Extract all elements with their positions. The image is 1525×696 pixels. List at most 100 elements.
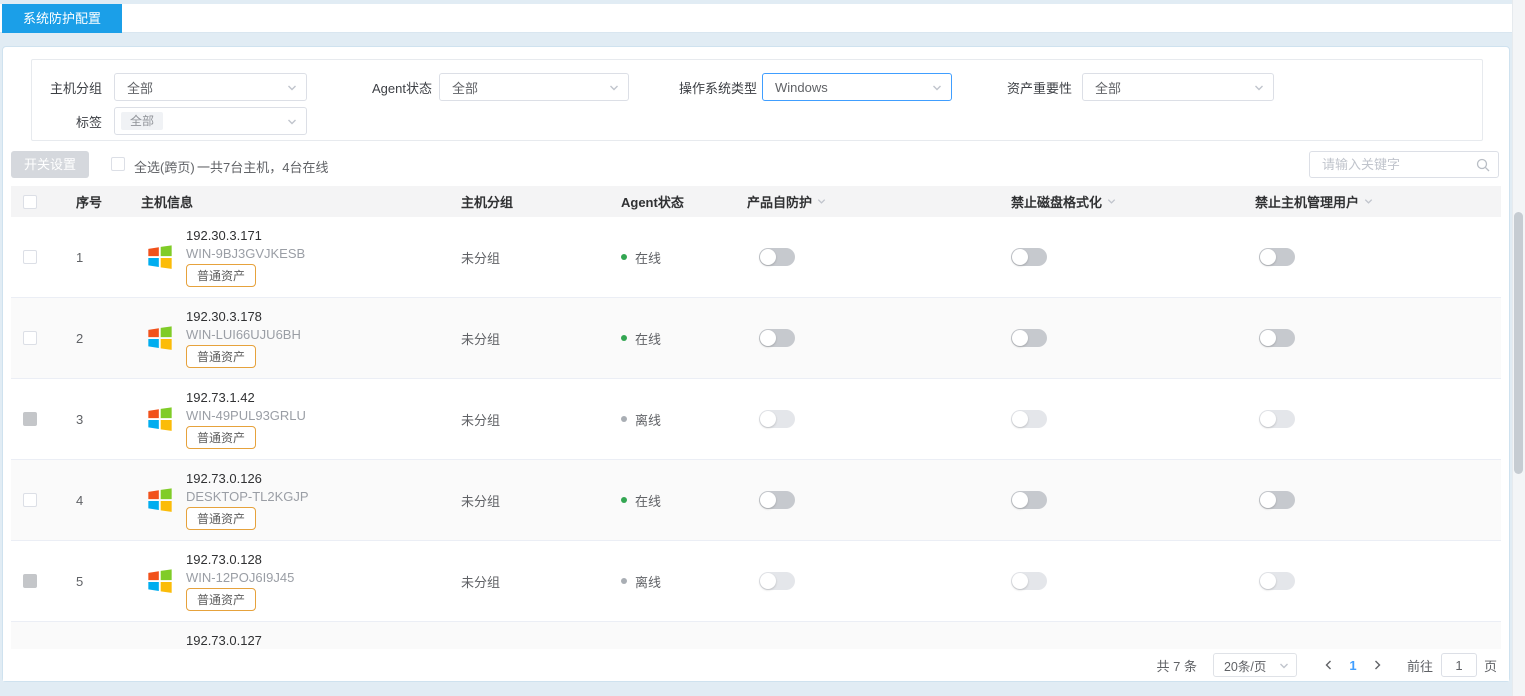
agent-status-select-value: 全部: [452, 78, 478, 97]
tab-system-protection-config[interactable]: 系统防护配置: [2, 4, 122, 33]
search-icon[interactable]: [1475, 157, 1491, 173]
header-host-group: 主机分组: [461, 192, 513, 211]
page-number-1[interactable]: 1: [1339, 658, 1367, 673]
toggle-admin-user[interactable]: [1259, 491, 1295, 509]
chevron-left-icon: [1323, 659, 1335, 671]
os-type-select[interactable]: Windows: [762, 73, 952, 101]
row-checkbox[interactable]: [23, 412, 37, 426]
vertical-scrollbar-thumb[interactable]: [1514, 212, 1523, 474]
search-input[interactable]: [1309, 151, 1499, 178]
header-host-info: 主机信息: [141, 192, 193, 211]
select-all-label: 全选(跨页): [134, 157, 195, 176]
next-page-button[interactable]: [1367, 653, 1387, 677]
agent-status: 离线: [635, 572, 661, 591]
chevron-down-icon: [1278, 660, 1290, 672]
host-count-summary: 一共7台主机，4台在线: [197, 157, 328, 176]
host-ip: 192.73.0.128: [186, 552, 294, 567]
main-panel: 主机分组 全部 Agent状态 全部 操作系统类型 Windows 资产重要性 …: [2, 46, 1510, 682]
page-size-value: 20条/页: [1224, 656, 1266, 675]
row-checkbox[interactable]: [23, 250, 37, 264]
agent-status-filter-label: Agent状态: [362, 78, 432, 97]
table-row: 2192.30.3.178WIN-LUI66UJU6BH普通资产未分组在线: [11, 298, 1501, 379]
asset-type-badge: 普通资产: [186, 264, 256, 287]
row-index: 5: [76, 574, 83, 589]
host-group-select[interactable]: 全部: [114, 73, 307, 101]
windows-icon: [146, 243, 174, 271]
search-box: [1309, 151, 1499, 178]
table-row: 1192.30.3.171WIN-9BJ3GVJKESB普通资产未分组在线: [11, 217, 1501, 298]
host-ip: 192.73.0.127: [186, 633, 314, 648]
row-checkbox[interactable]: [23, 331, 37, 345]
page-unit-label: 页: [1484, 656, 1497, 675]
toolbar: 开关设置 全选(跨页) 一共7台主机，4台在线: [3, 151, 1509, 178]
table-header: 序号 主机信息 主机分组 Agent状态 产品自防护 禁止磁盘格式化 禁止主机管…: [11, 186, 1501, 217]
host-name: DESKTOP-TL2KGJP: [186, 489, 309, 504]
host-group: 未分组: [461, 329, 500, 348]
toggle-admin-user[interactable]: [1259, 410, 1295, 428]
host-group-select-value: 全部: [127, 78, 153, 97]
header-disk-format: 禁止磁盘格式化: [1011, 192, 1102, 211]
toggle-self-protection[interactable]: [759, 491, 795, 509]
row-index: 3: [76, 412, 83, 427]
tag-select[interactable]: 全部: [114, 107, 307, 135]
host-group: 未分组: [461, 248, 500, 267]
toggle-self-protection[interactable]: [759, 248, 795, 266]
page-size-select[interactable]: 20条/页: [1213, 653, 1297, 677]
toggle-self-protection[interactable]: [759, 329, 795, 347]
host-name: WIN-9BJ3GVJKESB: [186, 246, 305, 261]
chevron-right-icon: [1371, 659, 1383, 671]
row-index: 2: [76, 331, 83, 346]
tag-select-chip: 全部: [121, 112, 163, 130]
toggle-disk-format[interactable]: [1011, 491, 1047, 509]
goto-page-input[interactable]: [1441, 653, 1477, 677]
status-dot: [621, 416, 627, 422]
chevron-down-icon[interactable]: [816, 196, 827, 207]
os-type-filter-label: 操作系统类型: [660, 78, 757, 97]
host-group-filter-label: 主机分组: [46, 78, 102, 97]
asset-type-badge: 普通资产: [186, 426, 256, 449]
top-tab-bar: [0, 4, 1525, 33]
status-dot: [621, 578, 627, 584]
agent-status-select[interactable]: 全部: [439, 73, 629, 101]
toggle-admin-user[interactable]: [1259, 329, 1295, 347]
toggle-self-protection[interactable]: [759, 410, 795, 428]
asset-importance-filter-label: 资产重要性: [994, 78, 1072, 97]
prev-page-button[interactable]: [1319, 653, 1339, 677]
chevron-down-icon[interactable]: [1106, 196, 1117, 207]
table-row: 3192.73.1.42WIN-49PUL93GRLU普通资产未分组离线: [11, 379, 1501, 460]
host-group: 未分组: [461, 491, 500, 510]
host-ip: 192.73.0.126: [186, 471, 309, 486]
switch-settings-button[interactable]: 开关设置: [11, 151, 89, 178]
host-group: 未分组: [461, 572, 500, 591]
header-agent-status: Agent状态: [621, 192, 684, 211]
host-ip: 192.73.1.42: [186, 390, 306, 405]
asset-type-badge: 普通资产: [186, 507, 256, 530]
asset-importance-select[interactable]: 全部: [1082, 73, 1274, 101]
filter-panel: 主机分组 全部 Agent状态 全部 操作系统类型 Windows 资产重要性 …: [31, 59, 1483, 141]
header-admin-user: 禁止主机管理用户: [1255, 192, 1359, 211]
windows-icon: [146, 486, 174, 514]
chevron-down-icon: [1253, 82, 1265, 94]
header-index: 序号: [76, 192, 102, 211]
select-all-cross-page-checkbox[interactable]: [111, 157, 125, 171]
toggle-admin-user[interactable]: [1259, 572, 1295, 590]
asset-importance-select-value: 全部: [1095, 78, 1121, 97]
select-all-checkbox[interactable]: [23, 195, 37, 209]
goto-label: 前往: [1407, 656, 1433, 675]
agent-status: 在线: [635, 329, 661, 348]
toggle-disk-format[interactable]: [1011, 248, 1047, 266]
chevron-down-icon[interactable]: [1363, 196, 1374, 207]
row-checkbox[interactable]: [23, 493, 37, 507]
host-ip: 192.30.3.178: [186, 309, 301, 324]
toggle-disk-format[interactable]: [1011, 329, 1047, 347]
row-checkbox[interactable]: [23, 574, 37, 588]
vertical-scrollbar-track: [1512, 0, 1525, 696]
toggle-disk-format[interactable]: [1011, 572, 1047, 590]
chevron-down-icon: [286, 116, 298, 128]
row-index: 4: [76, 493, 83, 508]
toggle-self-protection[interactable]: [759, 572, 795, 590]
toggle-disk-format[interactable]: [1011, 410, 1047, 428]
agent-status: 在线: [635, 248, 661, 267]
toggle-admin-user[interactable]: [1259, 248, 1295, 266]
status-dot: [621, 254, 627, 260]
